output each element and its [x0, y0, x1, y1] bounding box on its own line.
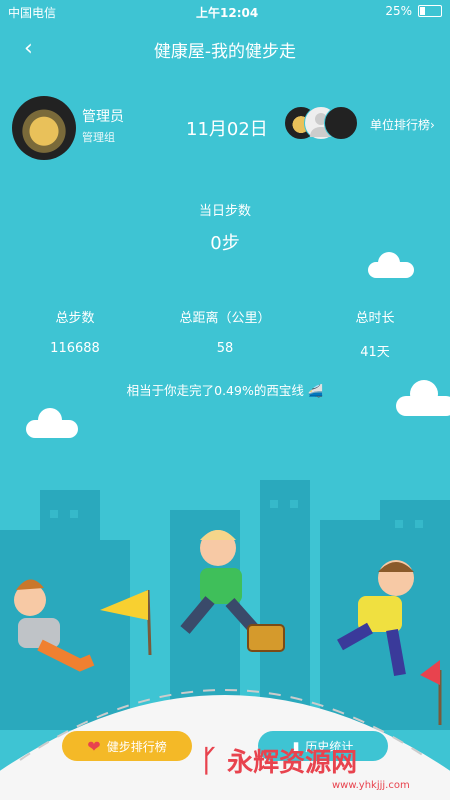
- current-date: 11月02日: [186, 119, 268, 140]
- total-steps-value: 116688: [50, 341, 100, 356]
- chevron-right-icon: ›: [430, 118, 435, 132]
- cloud-decoration: [368, 252, 414, 278]
- total-duration-label: 总时长: [355, 311, 395, 326]
- status-right: 25%: [385, 4, 442, 18]
- unit-ranking-link[interactable]: 单位排行榜›: [370, 116, 435, 133]
- total-distance-value: 58: [216, 341, 234, 356]
- page-title: 健康屋-我的健步走: [153, 42, 297, 62]
- heart-icon: ❤: [87, 736, 101, 756]
- today-steps-label: 当日步数: [198, 204, 251, 219]
- train-icon: 🚄: [307, 383, 324, 398]
- status-bar: 中国电信 上午12:04 25%: [0, 0, 450, 22]
- total-duration-stat: 总时长 41天: [300, 307, 450, 360]
- total-distance-label: 总距离（公里）: [179, 311, 271, 326]
- watermark-logo-icon: ᚴ: [200, 744, 218, 779]
- equivalent-label: 相当于你走完了0.49%的西宝线: [126, 383, 304, 398]
- today-steps-value: 0步: [210, 233, 240, 254]
- user-group: 管理组: [82, 131, 115, 144]
- step-ranking-label: 健步排行榜: [106, 739, 167, 754]
- watermark-brand-text: 永辉资源网: [227, 748, 358, 778]
- total-steps-stat: 总步数 116688: [0, 307, 150, 356]
- cloud-decoration: [26, 408, 78, 438]
- equivalent-distance-text: 相当于你走完了0.49%的西宝线 🚄: [0, 380, 450, 399]
- battery-percent: 25%: [385, 4, 412, 18]
- battery-icon: [418, 5, 442, 17]
- carrier-label: 中国电信: [8, 6, 57, 20]
- ranking-avatar: [324, 106, 358, 140]
- user-name: 管理员: [82, 109, 124, 125]
- clock: 上午12:04: [196, 6, 259, 20]
- total-steps-label: 总步数: [55, 311, 95, 326]
- watermark-url: www.yhkjjj.com: [332, 780, 410, 791]
- avatar[interactable]: [12, 96, 76, 160]
- unit-ranking-label: 单位排行榜: [370, 118, 431, 132]
- total-distance-stat: 总距离（公里） 58: [150, 307, 300, 356]
- watermark-brand: ᚴ 永辉资源网: [200, 742, 357, 779]
- ranking-avatars[interactable]: [284, 106, 358, 140]
- cloud-decoration: [396, 380, 450, 416]
- total-duration-value: 41天: [360, 345, 390, 360]
- step-ranking-button[interactable]: ❤ 健步排行榜: [62, 731, 192, 761]
